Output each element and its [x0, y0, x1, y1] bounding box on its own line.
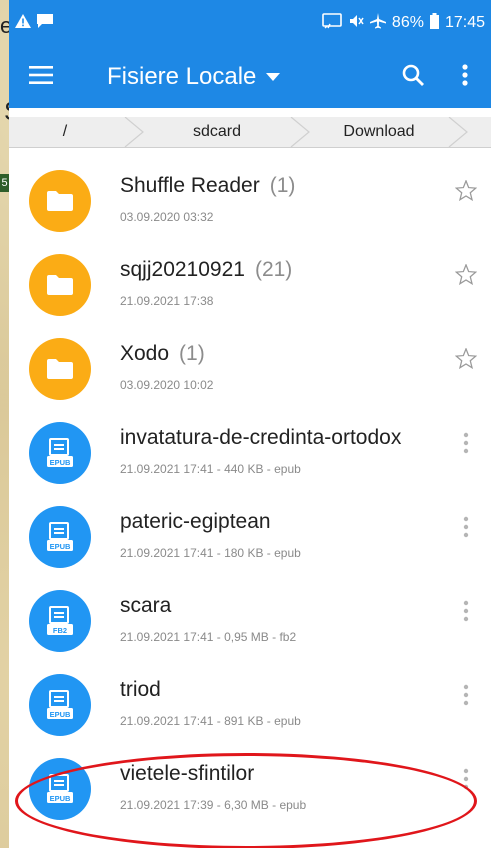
more-vertical-icon	[463, 768, 469, 795]
mute-icon	[348, 13, 364, 34]
ebook-format-badge: FB2	[53, 626, 67, 635]
file-name: invatatura-de-credinta-ortodox	[120, 426, 402, 449]
file-options-button[interactable]	[451, 430, 481, 460]
file-options-button[interactable]	[451, 598, 481, 628]
more-vertical-icon	[463, 600, 469, 627]
ebook-format-badge: EPUB	[50, 794, 71, 803]
more-vertical-icon	[463, 684, 469, 711]
file-text: vietele-sfintilor 21.09.2021 17:39 - 6,3…	[120, 762, 306, 812]
breadcrumb-root[interactable]: /	[9, 117, 121, 147]
more-vertical-icon	[463, 516, 469, 543]
status-bar: 86% 17:45	[9, 0, 491, 46]
toolbar-actions	[387, 46, 491, 108]
file-meta: 03.09.2020 03:32	[120, 210, 214, 224]
file-name: Shuffle Reader (1)	[120, 174, 296, 197]
file-meta: 21.09.2021 17:39 - 6,30 MB - epub	[120, 798, 307, 812]
message-icon	[37, 13, 53, 33]
breadcrumb-sdcard[interactable]: sdcard	[147, 117, 287, 147]
toolbar: Fisiere Locale	[9, 46, 491, 108]
file-text: pateric-egiptean 21.09.2021 17:41 - 180 …	[120, 510, 301, 560]
clock: 17:45	[444, 14, 485, 31]
ebook-icon: EPUB	[29, 506, 91, 568]
list-item[interactable]: EPUB vietele-sfintilor 21.09.2021 17:39 …	[9, 736, 491, 820]
status-right: 86% 17:45	[322, 12, 485, 34]
folder-icon	[29, 170, 91, 232]
file-meta: 21.09.2021 17:38	[120, 294, 214, 308]
ebook-format-badge: EPUB	[50, 542, 71, 551]
file-meta: 21.09.2021 17:41 - 0,95 MB - fb2	[120, 630, 297, 644]
folder-icon	[29, 338, 91, 400]
list-item[interactable]: Shuffle Reader (1) 03.09.2020 03:32	[9, 148, 491, 232]
cast-icon	[322, 12, 342, 34]
file-meta: 21.09.2021 17:41 - 180 KB - epub	[120, 546, 301, 560]
list-item[interactable]: sqjj20210921 (21) 21.09.2021 17:38	[9, 232, 491, 316]
list-item[interactable]: EPUB pateric-egiptean 21.09.2021 17:41 -…	[9, 484, 491, 568]
file-name: sqjj20210921 (21)	[120, 258, 293, 281]
list-item[interactable]: Xodo (1) 03.09.2020 10:02	[9, 316, 491, 400]
caret-down-icon	[266, 68, 281, 86]
star-outline-icon	[454, 263, 478, 290]
file-options-button[interactable]	[451, 682, 481, 712]
file-name: vietele-sfintilor	[120, 762, 255, 785]
file-options-button[interactable]	[451, 766, 481, 796]
location-dropdown[interactable]: Fisiere Locale	[107, 63, 281, 91]
search-button[interactable]	[387, 46, 439, 108]
file-options-button[interactable]	[451, 514, 481, 544]
file-meta: 03.09.2020 10:02	[120, 378, 214, 392]
more-vertical-icon	[463, 432, 469, 459]
warning-icon	[15, 13, 31, 33]
status-left	[15, 13, 53, 33]
file-text: Shuffle Reader (1) 03.09.2020 03:32	[120, 174, 295, 224]
breadcrumb: / sdcard Download	[9, 117, 491, 148]
file-name: triod	[120, 678, 161, 701]
favorite-button[interactable]	[451, 346, 481, 376]
breadcrumb-download[interactable]: Download	[313, 117, 445, 147]
file-text: scara 21.09.2021 17:41 - 0,95 MB - fb2	[120, 594, 296, 644]
file-name: pateric-egiptean	[120, 510, 271, 533]
page-title: Fisiere Locale	[107, 63, 257, 90]
favorite-button[interactable]	[451, 262, 481, 292]
list-item[interactable]: FB2 scara 21.09.2021 17:41 - 0,95 MB - f…	[9, 568, 491, 652]
more-vertical-icon	[462, 63, 468, 91]
item-count: (1)	[269, 174, 296, 197]
ebook-format-badge: EPUB	[50, 710, 71, 719]
file-name: scara	[120, 594, 172, 617]
battery-icon	[429, 12, 439, 34]
ebook-icon: EPUB	[29, 758, 91, 820]
hamburger-menu-icon	[29, 65, 53, 89]
list-item[interactable]: EPUB invatatura-de-credinta-ortodox 21.0…	[9, 400, 491, 484]
overflow-menu-button[interactable]	[439, 46, 491, 108]
airplane-icon	[369, 12, 386, 34]
item-count: (21)	[254, 258, 293, 281]
star-outline-icon	[454, 347, 478, 374]
chevron-separator-icon	[448, 117, 468, 147]
ebook-icon: EPUB	[29, 422, 91, 484]
file-meta: 21.09.2021 17:41 - 891 KB - epub	[120, 714, 301, 728]
file-text: triod 21.09.2021 17:41 - 891 KB - epub	[120, 678, 301, 728]
chevron-separator-icon	[290, 117, 310, 147]
file-text: invatatura-de-credinta-ortodox 21.09.202…	[120, 426, 401, 476]
item-count: (1)	[179, 342, 205, 365]
file-text: Xodo (1) 03.09.2020 10:02	[120, 342, 213, 392]
battery-percent: 86%	[391, 14, 424, 31]
file-list: Shuffle Reader (1) 03.09.2020 03:32 sqjj2…	[9, 148, 491, 820]
file-name: Xodo (1)	[120, 342, 205, 365]
file-text: sqjj20210921 (21) 21.09.2021 17:38	[120, 258, 292, 308]
background-text-fragment: 5	[0, 174, 9, 192]
ebook-format-badge: EPUB	[50, 458, 71, 467]
star-outline-icon	[454, 179, 478, 206]
ebook-icon: EPUB	[29, 674, 91, 736]
chevron-separator-icon	[124, 117, 144, 147]
list-item[interactable]: EPUB triod 21.09.2021 17:41 - 891 KB - e…	[9, 652, 491, 736]
file-meta: 21.09.2021 17:41 - 440 KB - epub	[120, 462, 301, 476]
ebook-icon: FB2	[29, 590, 91, 652]
menu-button[interactable]	[9, 46, 73, 108]
phone-screen: 86% 17:45 Fisiere Locale / sdcard Downlo…	[9, 0, 491, 848]
folder-icon	[29, 254, 91, 316]
favorite-button[interactable]	[451, 178, 481, 208]
search-icon	[402, 64, 424, 91]
